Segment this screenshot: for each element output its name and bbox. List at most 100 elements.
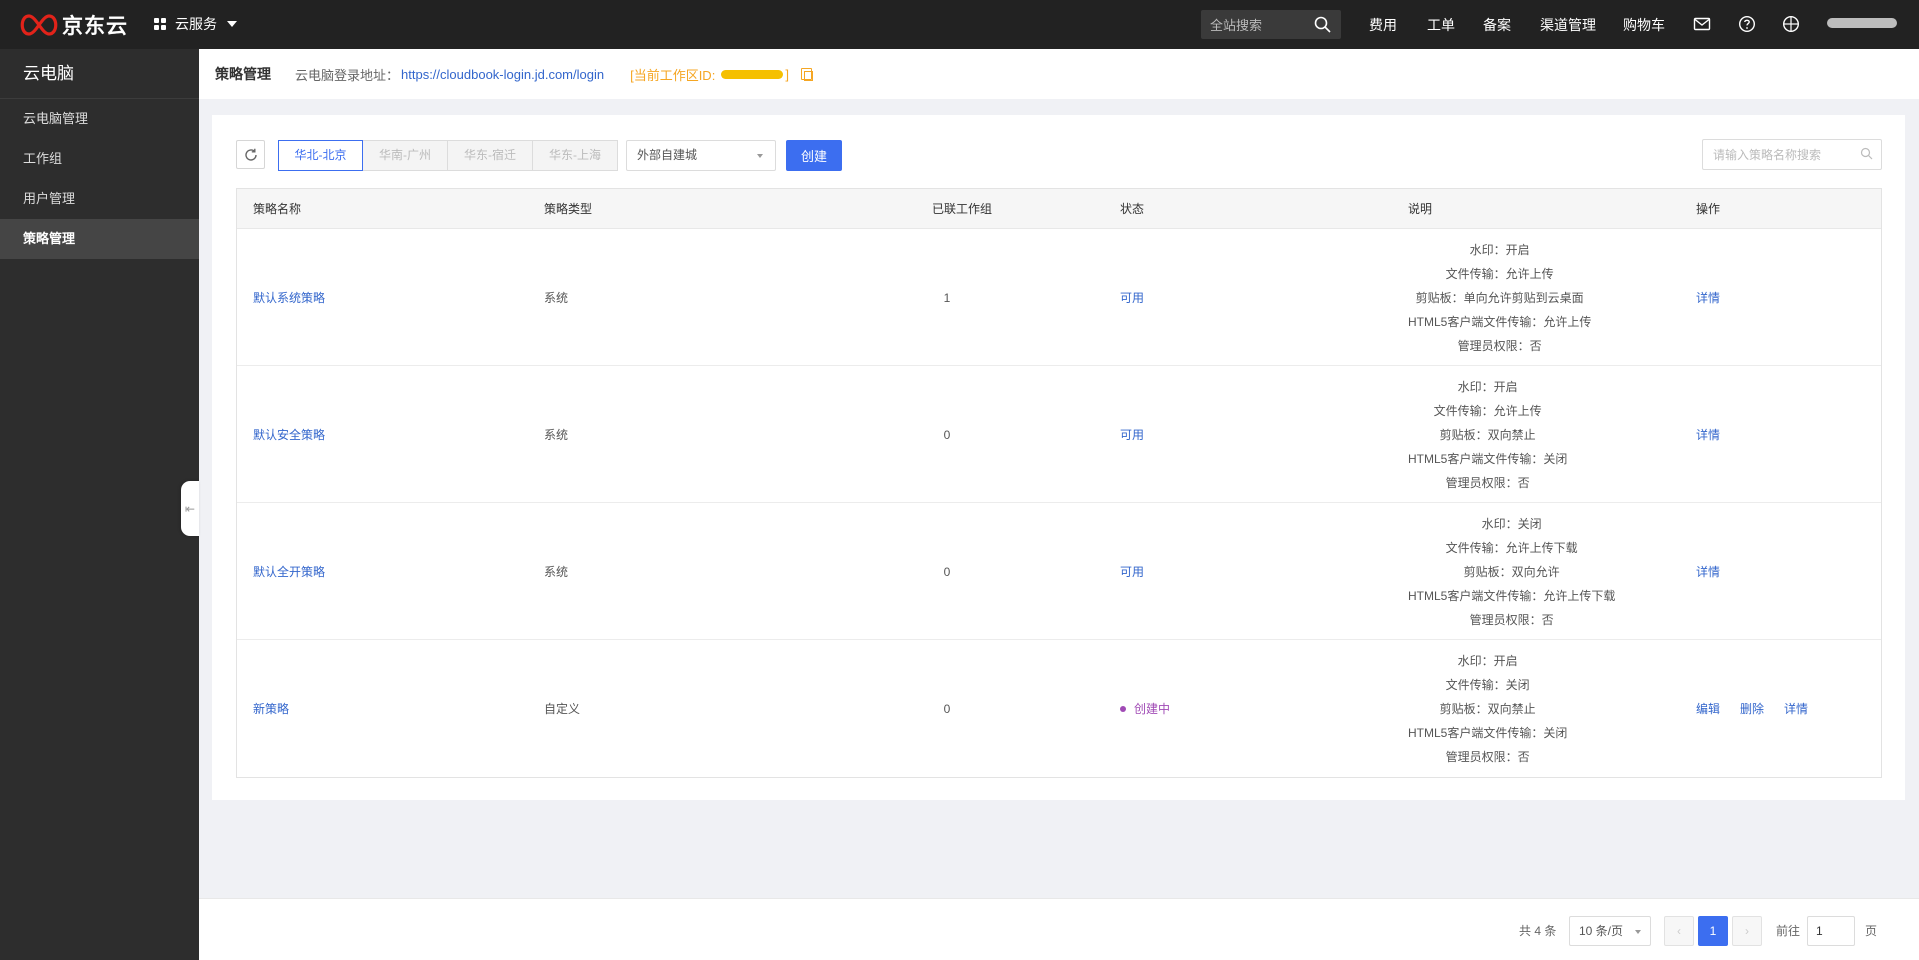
- workspace-id-suffix: ]: [785, 66, 789, 82]
- delete-link[interactable]: 删除: [1740, 700, 1764, 717]
- next-page-button[interactable]: ›: [1732, 916, 1762, 946]
- mail-icon[interactable]: [1693, 15, 1711, 33]
- row-actions: 编辑 删除 详情: [1696, 640, 1828, 777]
- desc-clipboard: 剪贴板：双向禁止: [1439, 701, 1536, 716]
- collapse-icon: ⇤: [184, 501, 196, 516]
- details-link[interactable]: 详情: [1696, 563, 1720, 580]
- desc-file-transfer: 文件传输：关闭: [1445, 677, 1530, 692]
- desc-clipboard: 剪贴板：双向允许: [1463, 564, 1560, 579]
- desc-watermark: 水印：开启: [1469, 242, 1530, 257]
- policy-description: 水印：关闭 文件传输：允许上传下载 剪贴板：双向允许 HTML5客户端文件传输：…: [1408, 503, 1615, 640]
- create-button[interactable]: 创建: [786, 140, 842, 171]
- col-header-workgroups: 已联工作组: [932, 202, 993, 216]
- details-link[interactable]: 详情: [1696, 426, 1720, 443]
- desc-html5-transfer: HTML5客户端文件传输：允许上传下载: [1408, 588, 1616, 603]
- policy-name-link[interactable]: 默认安全策略: [253, 366, 325, 503]
- page-button-current[interactable]: 1: [1698, 916, 1728, 946]
- table-row: 新策略 自定义 0 创建中 水印：开启 文件传输：关闭 剪贴板：双向禁止 HTM…: [237, 640, 1881, 777]
- nav-tickets[interactable]: 工单: [1427, 0, 1455, 49]
- col-header-status: 状态: [1120, 202, 1145, 216]
- policy-description: 水印：开启 文件传输：允许上传 剪贴板：双向禁止 HTML5客户端文件传输：关闭…: [1408, 366, 1567, 503]
- policy-list-card: 华北-北京 华南-广州 华东-宿迁 华东-上海 外部自建城 创建 策略名称 策略…: [212, 115, 1905, 800]
- logo-text: 京东云: [62, 15, 128, 38]
- pagination-total: 共 4 条: [1519, 923, 1557, 938]
- status-badge: 可用: [1120, 428, 1145, 442]
- desc-watermark: 水印：关闭: [1481, 516, 1542, 531]
- sidebar-item-users[interactable]: 用户管理: [0, 179, 199, 219]
- policy-type: 系统: [544, 428, 569, 442]
- policy-name-link[interactable]: 默认全开策略: [253, 503, 325, 640]
- goto-page-input[interactable]: [1807, 916, 1855, 946]
- policy-search-input[interactable]: [1702, 139, 1882, 170]
- desc-admin: 管理员权限：否: [1469, 612, 1554, 627]
- edit-link[interactable]: 编辑: [1696, 700, 1720, 717]
- user-account-menu[interactable]: [1827, 18, 1897, 28]
- sidebar-collapse-handle[interactable]: ⇤: [181, 481, 199, 536]
- row-actions: 详情: [1696, 366, 1740, 503]
- page-size-select[interactable]: 10 条/页: [1569, 916, 1651, 946]
- global-search-input[interactable]: 全站搜索: [1201, 10, 1341, 39]
- policy-name-link[interactable]: 默认系统策略: [253, 229, 325, 366]
- policy-type: 系统: [544, 291, 569, 305]
- login-address-link[interactable]: https://cloudbook-login.jd.com/login: [401, 67, 604, 82]
- desc-admin: 管理员权限：否: [1457, 338, 1542, 353]
- region-select[interactable]: 外部自建城: [626, 140, 776, 171]
- workgroup-count: 1: [943, 290, 951, 305]
- region-tab-guangzhou[interactable]: 华南-广州: [363, 140, 448, 171]
- details-link[interactable]: 详情: [1696, 289, 1720, 306]
- cloud-services-menu[interactable]: 云服务: [154, 13, 237, 35]
- workgroup-count: 0: [943, 427, 951, 442]
- status-dot-icon: [1120, 705, 1126, 712]
- desc-admin: 管理员权限：否: [1445, 475, 1530, 490]
- nav-fees[interactable]: 费用: [1369, 0, 1397, 49]
- prev-page-button[interactable]: ‹: [1664, 916, 1694, 946]
- workspace-id-redacted: [721, 69, 784, 79]
- table-row: 默认系统策略 系统 1 可用 水印：开启 文件传输：允许上传 剪贴板：单向允许剪…: [237, 229, 1881, 366]
- region-tab-beijing[interactable]: 华北-北京: [278, 140, 363, 171]
- sidebar-item-workgroups[interactable]: 工作组: [0, 139, 199, 179]
- col-header-name: 策略名称: [253, 202, 302, 216]
- region-tab-shanghai[interactable]: 华东-上海: [533, 140, 618, 171]
- jdcloud-logo[interactable]: 京东云: [18, 10, 128, 40]
- nav-cart[interactable]: 购物车: [1623, 0, 1665, 49]
- col-header-type: 策略类型: [544, 202, 593, 216]
- workspace-id-label: [当前工作区ID:: [630, 67, 716, 83]
- desc-watermark: 水印：开启: [1457, 653, 1518, 668]
- desc-file-transfer: 文件传输：允许上传: [1445, 266, 1554, 281]
- nav-channel[interactable]: 渠道管理: [1540, 0, 1596, 49]
- goto-label: 前往: [1776, 923, 1801, 938]
- details-link[interactable]: 详情: [1784, 700, 1808, 717]
- sidebar-item-policies[interactable]: 策略管理: [0, 219, 199, 259]
- region-tab-suqian[interactable]: 华东-宿迁: [448, 140, 533, 171]
- refresh-button[interactable]: [236, 140, 265, 169]
- desc-clipboard: 剪贴板：双向禁止: [1439, 427, 1536, 442]
- workgroup-count: 0: [943, 701, 951, 716]
- table-row: 默认安全策略 系统 0 可用 水印：开启 文件传输：允许上传 剪贴板：双向禁止 …: [237, 366, 1881, 503]
- desc-file-transfer: 文件传输：允许上传下载: [1445, 540, 1578, 555]
- nav-filing[interactable]: 备案: [1483, 0, 1511, 49]
- desc-html5-transfer: HTML5客户端文件传输：允许上传: [1408, 314, 1592, 329]
- page-size-value: 10 条/页: [1579, 924, 1624, 938]
- status-badge: 可用: [1120, 291, 1145, 305]
- region-tabs: 华北-北京 华南-广州 华东-宿迁 华东-上海: [278, 140, 618, 171]
- globe-icon[interactable]: [1782, 15, 1800, 33]
- page-suffix: 页: [1865, 923, 1878, 938]
- search-icon[interactable]: [1860, 147, 1873, 160]
- policy-table: 策略名称 策略类型 已联工作组 状态 说明 操作 默认系统策略 系统 1 可用 …: [236, 188, 1882, 778]
- policy-name-link[interactable]: 新策略: [253, 640, 289, 777]
- grid-icon: [154, 18, 166, 30]
- search-icon[interactable]: [1314, 16, 1331, 33]
- refresh-icon: [244, 148, 257, 161]
- copy-icon[interactable]: [800, 68, 813, 81]
- top-bar: 京东云 云服务 全站搜索 费用 工单 备案 渠道管理 购物车: [0, 0, 1919, 49]
- jdcloud-logo-icon: [20, 14, 58, 36]
- row-actions: 详情: [1696, 503, 1740, 640]
- sidebar: 云电脑 云电脑管理 工作组 用户管理 策略管理: [0, 49, 199, 960]
- sidebar-item-cloud-pc[interactable]: 云电脑管理: [0, 99, 199, 139]
- desc-clipboard: 剪贴板：单向允许剪贴到云桌面: [1415, 290, 1584, 305]
- cloud-services-label: 云服务: [175, 16, 217, 32]
- help-icon[interactable]: [1738, 15, 1756, 33]
- policy-description: 水印：开启 文件传输：允许上传 剪贴板：单向允许剪贴到云桌面 HTML5客户端文…: [1408, 229, 1591, 366]
- table-header: 策略名称 策略类型 已联工作组 状态 说明 操作: [237, 189, 1881, 229]
- desc-html5-transfer: HTML5客户端文件传输：关闭: [1408, 451, 1568, 466]
